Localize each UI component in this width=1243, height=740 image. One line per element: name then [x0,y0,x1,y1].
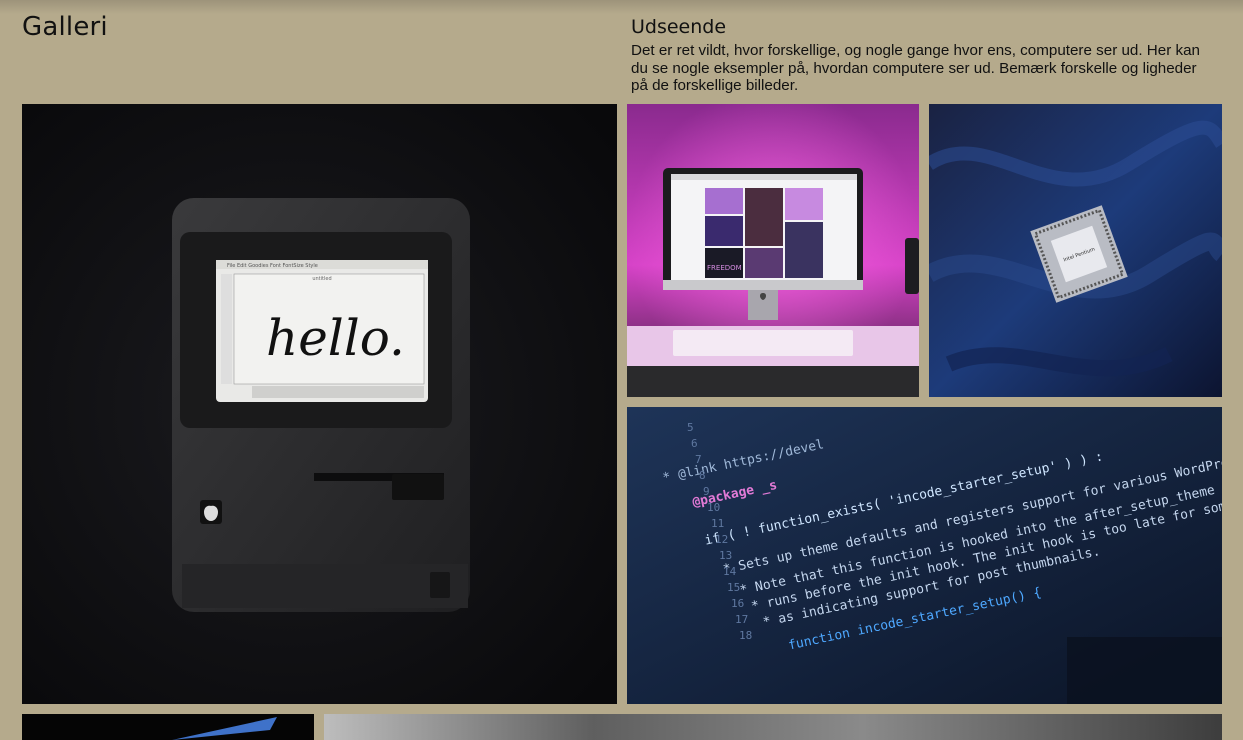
code-line-number: 10 [707,501,720,514]
code-line-number: 9 [703,485,710,498]
code-line-number: 7 [695,453,702,466]
gallery-image-code[interactable]: * @link https://devel @package _s if ( !… [627,407,1222,704]
imac-photo: FREEDOM [627,104,919,397]
code-line-number: 18 [739,629,752,642]
code-line-number: 17 [735,613,748,626]
code-line-number: 14 [723,565,737,578]
mac-window-title: untitled [312,276,331,282]
code-photo: * @link https://devel @package _s if ( !… [627,407,1222,704]
page-title: Galleri [22,12,108,42]
mac-hello-text: hello. [266,309,405,367]
imac-poster-text: FREEDOM [707,264,742,272]
mac-menubar-text: File Edit Goodies Font FontSize Style [227,263,318,269]
code-line-number: 11 [711,517,724,530]
code-line-number: 5 [687,421,694,434]
code-line-number: 15 [727,581,740,594]
gallery-image-cpu[interactable]: Intel Pentium [929,104,1222,397]
gallery-image-imac[interactable]: FREEDOM [627,104,919,397]
macintosh-photo: File Edit Goodies Font FontSize Style un… [22,104,617,704]
code-line-number: 8 [699,469,706,482]
bottom-left-photo [22,714,314,740]
gallery-image-macintosh[interactable]: File Edit Goodies Font FontSize Style un… [22,104,617,704]
top-shade [0,0,1243,14]
code-line-number: 6 [691,437,698,450]
section-heading: Udseende [631,16,727,38]
code-line-number: 16 [731,597,744,610]
gallery-image-bottom-right[interactable] [324,714,1222,740]
section-description: Det er ret vildt, hvor forskellige, og n… [631,42,1200,94]
gallery-image-bottom-left[interactable] [22,714,314,740]
cpu-photo: Intel Pentium [929,104,1222,397]
code-line-number: 12 [715,533,728,546]
code-line-number: 13 [719,549,732,562]
bottom-right-photo [324,714,1222,740]
